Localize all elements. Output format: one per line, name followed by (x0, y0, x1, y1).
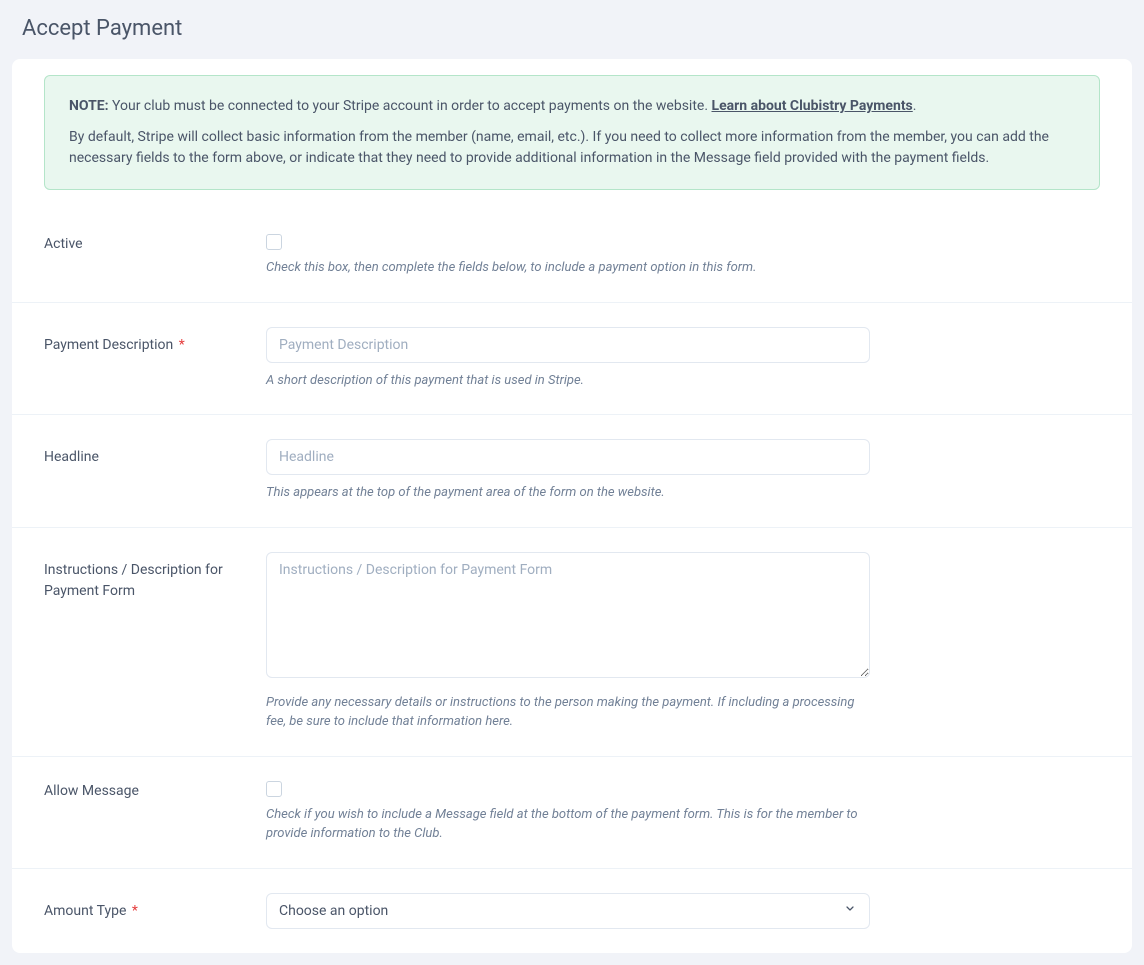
row-amount-type: Amount Type * Choose an option (12, 869, 1132, 953)
label-amount-type: Amount Type (44, 903, 126, 919)
required-star: * (179, 337, 185, 353)
stripe-note-alert: NOTE: Your club must be connected to you… (44, 75, 1100, 190)
row-allow-message: Allow Message Check if you wish to inclu… (12, 757, 1132, 869)
help-allow-message: Check if you wish to include a Message f… (266, 805, 870, 844)
allow-message-checkbox[interactable] (266, 781, 282, 797)
required-star: * (132, 903, 138, 919)
amount-type-select[interactable]: Choose an option (266, 893, 870, 929)
label-allow-message: Allow Message (44, 783, 139, 799)
headline-input[interactable] (266, 439, 870, 475)
page-title: Accept Payment (0, 0, 1144, 59)
help-instructions: Provide any necessary details or instruc… (266, 693, 870, 732)
payment-description-input[interactable] (266, 327, 870, 363)
active-checkbox[interactable] (266, 234, 282, 250)
accept-payment-card: NOTE: Your club must be connected to you… (12, 59, 1132, 953)
instructions-textarea[interactable] (266, 552, 870, 678)
note-paragraph-2: By default, Stripe will collect basic in… (69, 127, 1075, 169)
help-payment-description: A short description of this payment that… (266, 371, 870, 391)
help-headline: This appears at the top of the payment a… (266, 483, 870, 503)
note-text: Your club must be connected to your Stri… (109, 98, 712, 114)
row-payment-description: Payment Description * A short descriptio… (12, 303, 1132, 416)
label-active: Active (44, 236, 83, 252)
help-active: Check this box, then complete the fields… (266, 258, 870, 278)
row-headline: Headline This appears at the top of the … (12, 415, 1132, 528)
label-instructions: Instructions / Description for Payment F… (44, 562, 223, 599)
label-headline: Headline (44, 449, 99, 465)
row-instructions: Instructions / Description for Payment F… (12, 528, 1132, 757)
note-label: NOTE: (69, 98, 109, 114)
note-suffix: . (913, 98, 917, 114)
row-active: Active Check this box, then complete the… (12, 210, 1132, 303)
learn-payments-link[interactable]: Learn about Clubistry Payments (712, 98, 913, 114)
label-payment-description: Payment Description (44, 337, 173, 353)
